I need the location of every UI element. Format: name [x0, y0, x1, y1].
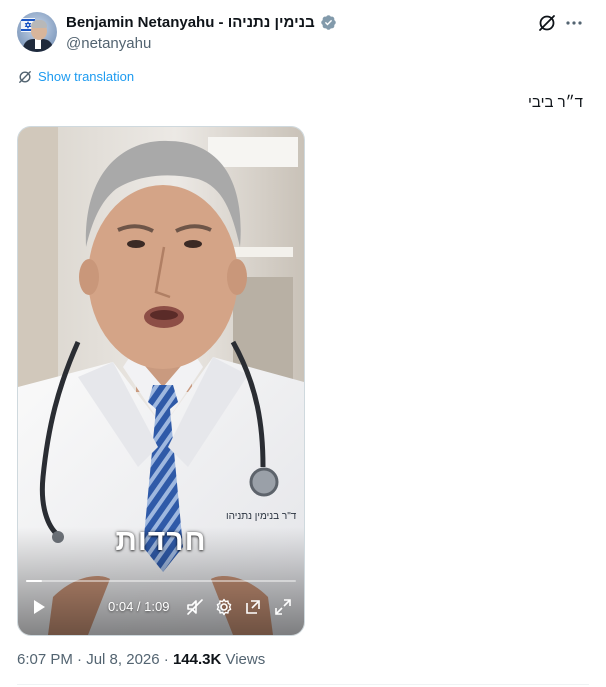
muted-speaker-icon[interactable]: [185, 597, 205, 617]
views-count[interactable]: 144.3K: [173, 651, 221, 668]
verified-badge-icon[interactable]: [320, 14, 337, 31]
grok-icon[interactable]: [537, 13, 557, 33]
fullscreen-icon[interactable]: [273, 597, 293, 617]
author-display-name[interactable]: Benjamin Netanyahu - בנימין נתניהו: [66, 14, 315, 31]
meta-separator: ·: [72, 651, 87, 668]
meta-separator-2: ·: [159, 651, 173, 668]
video-time: 0:04 / 1:09: [108, 599, 170, 614]
picture-in-picture-icon[interactable]: [243, 597, 263, 617]
video-caption: חרדות: [115, 524, 207, 557]
coat-name-badge: ד"ר בנימין נתניהו: [226, 511, 297, 522]
divider: [17, 684, 589, 685]
video-controls: 0:04 / 1:09: [18, 597, 304, 625]
author-name-row[interactable]: Benjamin Netanyahu - בנימין נתניהו: [66, 14, 337, 31]
grok-translate-icon: [19, 70, 31, 83]
video-frame: [18, 127, 304, 635]
post-card: Benjamin Netanyahu - בנימין נתניהו @neta…: [0, 0, 606, 687]
avatar[interactable]: [17, 12, 57, 52]
more-icon[interactable]: [563, 12, 585, 34]
play-icon[interactable]: [29, 597, 49, 617]
post-time[interactable]: 6:07 PM: [17, 651, 73, 668]
video-progress-bar[interactable]: [26, 580, 296, 582]
author-handle[interactable]: @netanyahu: [66, 35, 151, 52]
settings-gear-icon[interactable]: [214, 597, 234, 617]
video-progress-fill: [26, 580, 42, 582]
post-date[interactable]: Jul 8, 2026: [86, 651, 159, 668]
video-player[interactable]: ד"ר בנימין נתניהו חרדות 0:04 / 1:09: [17, 126, 305, 636]
post-meta: 6:07 PM · Jul 8, 2026 · 144.3K Views: [17, 651, 265, 668]
views-label: Views: [221, 651, 266, 668]
post-text: ד״ר ביבי: [528, 94, 583, 111]
show-translation-label[interactable]: Show translation: [38, 69, 134, 84]
show-translation-button[interactable]: Show translation: [18, 69, 134, 84]
